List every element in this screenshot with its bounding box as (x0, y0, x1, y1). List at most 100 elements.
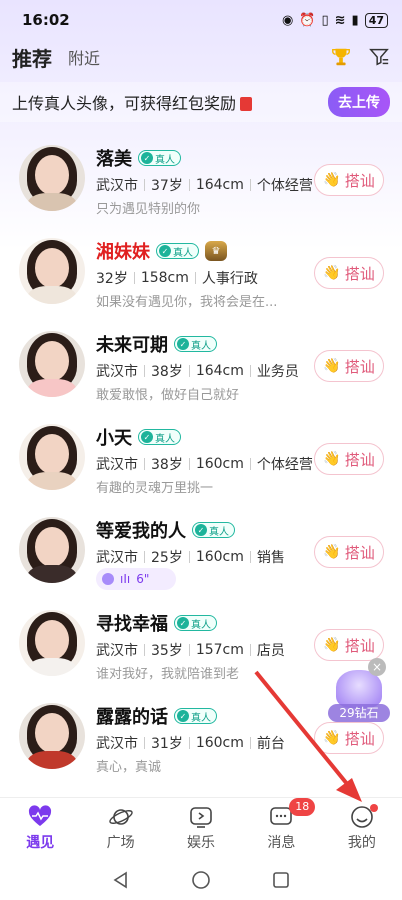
info-item: 38岁 (151, 457, 183, 473)
user-row[interactable]: 湘妹妹 ✓ 真人 ♛ 32岁 158cm 人事行政 如果没有遇见你，我将会是在... 👋 搭讪 (0, 221, 402, 314)
info-item: 前台 (256, 736, 285, 752)
verified-label: 真人 (173, 247, 193, 259)
greet-button[interactable]: 👋 搭讪 (314, 536, 384, 568)
avatar[interactable] (19, 331, 85, 397)
greet-label: 搭讪 (344, 357, 375, 376)
play-icon (102, 573, 114, 585)
home-icon[interactable] (191, 870, 211, 890)
diamond-gift-float[interactable]: 29钻石 × (326, 658, 392, 724)
info-item: 160cm (195, 456, 244, 472)
user-row[interactable]: 未来可期 ✓ 真人 武汉市 38岁 164cm 业务员 敢爱敢恨，做好自己就好 👋 搭讪 (0, 314, 402, 407)
info-item: 38岁 (151, 364, 183, 380)
wifi-icon: ≋ (334, 12, 346, 28)
tab-square[interactable]: 广场 (80, 798, 160, 859)
wave-hand-icon: 👋 (323, 358, 341, 374)
status-bar: 16:02 ◉ ⏰ ▯ ≋ ▮ 47 (0, 0, 402, 40)
tab-label: 广场 (106, 835, 135, 851)
greet-label: 搭讪 (344, 171, 375, 190)
info-separator (249, 737, 251, 749)
tab-entertainment[interactable]: 娱乐 (161, 798, 241, 859)
name-line: 小天 ✓ 真人 (96, 424, 181, 450)
signal-icon: ▮ (351, 12, 359, 28)
wave-hand-icon: 👋 (323, 544, 341, 560)
greet-label: 搭讪 (344, 543, 375, 562)
alarm-icon: ⏰ (299, 12, 316, 28)
info-item: 37岁 (151, 178, 183, 194)
avatar[interactable] (19, 238, 85, 304)
greet-button[interactable]: 👋 搭讪 (314, 722, 384, 754)
voice-message[interactable]: ıIı 6" (96, 568, 176, 590)
greet-button[interactable]: 👋 搭讪 (314, 443, 384, 475)
user-name: 小天 (96, 428, 132, 449)
tab-meet[interactable]: 遇见 (0, 798, 80, 859)
name-line: 落美 ✓ 真人 (96, 145, 181, 171)
trophy-icon[interactable] (330, 46, 352, 68)
greet-label: 搭讪 (344, 729, 375, 748)
info-item: 武汉市 (96, 178, 138, 194)
status-time: 16:02 (22, 11, 70, 29)
info-item: 店员 (256, 643, 285, 659)
info-separator (188, 551, 190, 563)
verified-label: 真人 (209, 526, 229, 538)
info-separator (249, 458, 251, 470)
verified-badge: ✓ 真人 (174, 336, 217, 352)
tab-label: 遇见 (26, 835, 55, 851)
tab-messages[interactable]: 消息 18 (241, 798, 321, 859)
info-item: 158cm (140, 270, 189, 286)
avatar[interactable] (19, 610, 85, 676)
user-name: 未来可期 (96, 335, 168, 356)
info-item: 个体经营 (256, 457, 313, 473)
back-icon[interactable] (111, 870, 131, 890)
avatar-body (27, 751, 77, 769)
user-info: 32岁 158cm 人事行政 (96, 268, 258, 288)
check-icon: ✓ (159, 245, 171, 257)
user-info: 武汉市 38岁 164cm 业务员 (96, 361, 299, 381)
info-item: 25岁 (151, 550, 183, 566)
verified-badge: ✓ 真人 (156, 243, 199, 259)
avatar[interactable] (19, 424, 85, 490)
greet-button[interactable]: 👋 搭讪 (314, 629, 384, 661)
voice-duration: 6" (136, 572, 150, 586)
verified-label: 真人 (155, 433, 175, 445)
planet-icon (108, 804, 134, 830)
user-bio: 有趣的灵魂万里挑一 (96, 481, 214, 496)
tab-recommend[interactable]: 推荐 (12, 43, 52, 72)
greet-button[interactable]: 👋 搭讪 (314, 164, 384, 196)
user-name: 等爱我的人 (96, 521, 186, 542)
info-item: 32岁 (96, 271, 128, 287)
wave-hand-icon: 👋 (323, 451, 341, 467)
info-separator (188, 365, 190, 377)
greet-label: 搭讪 (344, 450, 375, 469)
avatar-face (35, 248, 69, 288)
user-row[interactable]: 小天 ✓ 真人 武汉市 38岁 160cm 个体经营 有趣的灵魂万里挑一 👋 搭讪 (0, 407, 402, 500)
system-navigation-bar (0, 859, 402, 900)
upload-button[interactable]: 去上传 (328, 87, 390, 117)
info-item: 武汉市 (96, 736, 138, 752)
name-line: 寻找幸福 ✓ 真人 (96, 610, 217, 636)
check-icon: ✓ (141, 431, 153, 443)
filter-icon[interactable] (368, 46, 390, 68)
avatar[interactable] (19, 703, 85, 769)
user-row[interactable]: 等爱我的人 ✓ 真人 武汉市 25岁 160cm 销售 ıIı 6" 👋 搭讪 (0, 500, 402, 593)
info-separator (144, 551, 145, 563)
recents-icon[interactable] (271, 870, 291, 890)
user-name: 湘妹妹 (96, 242, 150, 263)
user-row[interactable]: 落美 ✓ 真人 武汉市 37岁 164cm 个体经营 只为遇见特别的你 👋 搭讪 (0, 128, 402, 221)
name-line: 等爱我的人 ✓ 真人 (96, 517, 235, 543)
verified-badge: ✓ 真人 (174, 708, 217, 724)
avatar-body (27, 472, 77, 490)
rank-crest-icon: ♛ (205, 241, 227, 261)
wave-hand-icon: 👋 (323, 172, 341, 188)
avatar[interactable] (19, 517, 85, 583)
info-item: 个体经营 (256, 178, 313, 194)
banner-text: 上传真人头像，可获得红包奖励 (12, 94, 237, 113)
user-bio: 谁对我好，我就陪谁到老 (96, 667, 240, 682)
close-icon[interactable]: × (368, 658, 386, 676)
info-separator (249, 179, 251, 191)
avatar[interactable] (19, 145, 85, 211)
tab-nearby[interactable]: 附近 (68, 45, 100, 69)
tab-mine[interactable]: 我的 (322, 798, 402, 859)
greet-button[interactable]: 👋 搭讪 (314, 257, 384, 289)
greet-button[interactable]: 👋 搭讪 (314, 350, 384, 382)
user-bio: 如果没有遇见你，我将会是在... (96, 295, 278, 310)
